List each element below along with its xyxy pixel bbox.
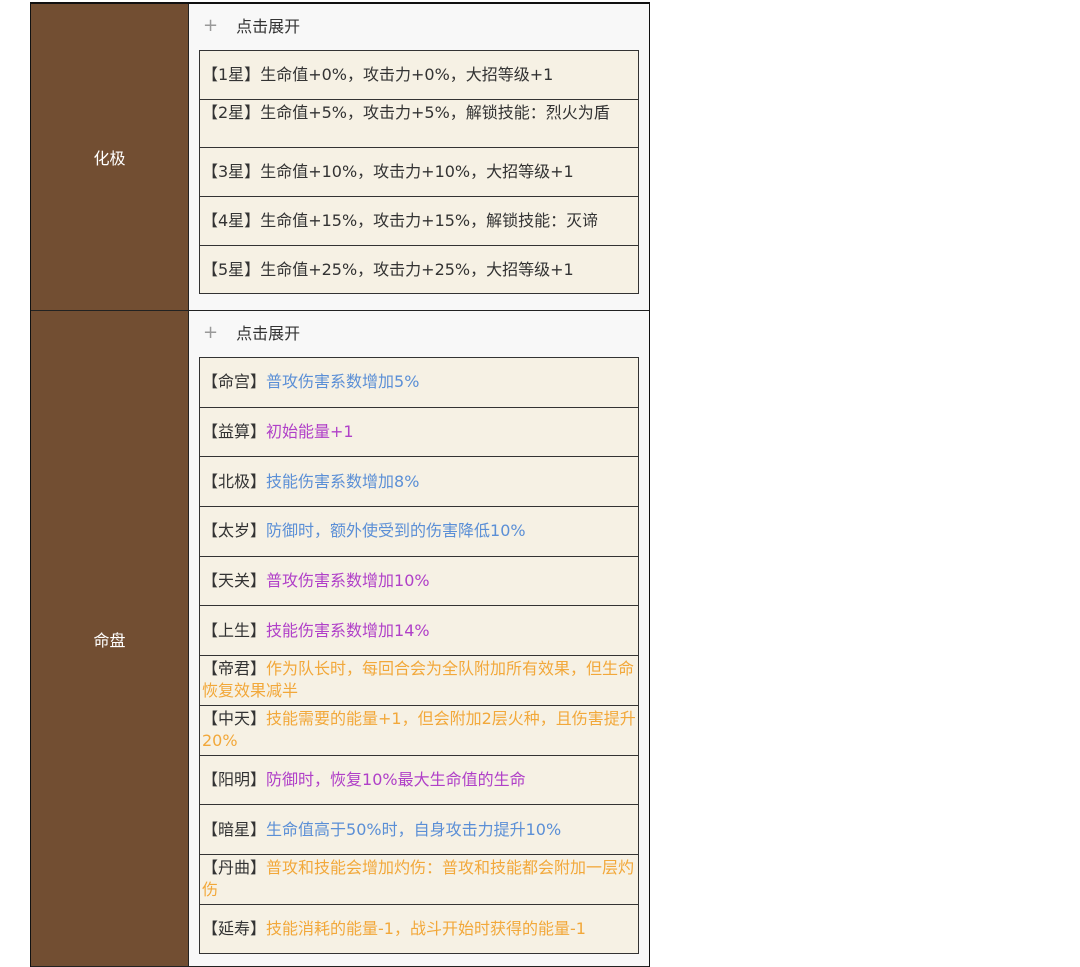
item-text: 防御时，额外使受到的伤害降低10% [266, 521, 526, 541]
list-item: 【中天】技能需要的能量+1，但会附加2层火种，且伤害提升20% [200, 705, 638, 756]
list-item: 【丹曲】普攻和技能会增加灼伤：普攻和技能都会附加一层灼伤 [200, 854, 638, 905]
section-content: + 点击展开 【1星】生命值+0%，攻击力+0%，大招等级+1 【2星】生命值+… [189, 4, 649, 310]
list-item: 【延寿】技能消耗的能量-1，战斗开始时获得的能量-1 [200, 904, 638, 955]
item-tag: 【益算】 [202, 422, 267, 442]
item-text: 生命值+15%，攻击力+15%，解锁技能：灭谛 [260, 210, 599, 230]
plus-icon: + [203, 14, 219, 36]
item-tag: 【上生】 [202, 620, 267, 640]
list-item: 【帝君】作为队长时，每回合会为全队附加所有效果，但生命恢复效果减半 [200, 656, 638, 706]
item-text: 生命值+5%，攻击力+5%，解锁技能：烈火为盾 [260, 102, 610, 122]
expand-toggle[interactable]: + 点击展开 [199, 4, 639, 46]
expand-label: 点击展开 [236, 17, 301, 36]
item-text: 作为队长时，每回合会为全队附加所有效果，但生命恢复效果减半 [202, 659, 635, 701]
table-section: 命盘 + 点击展开 【命宫】普攻伤害系数增加5% 【益算】初始能量+1 【北极】… [31, 311, 649, 967]
item-tag: 【2星】 [202, 102, 261, 122]
list-item: 【5星】生命值+25%，攻击力+25%，大招等级+1 [200, 245, 638, 295]
list-item: 【2星】生命值+5%，攻击力+5%，解锁技能：烈火为盾 [200, 99, 638, 149]
item-tag: 【北极】 [202, 471, 267, 491]
item-text: 普攻和技能会增加灼伤：普攻和技能都会附加一层灼伤 [202, 857, 635, 899]
item-list: 【1星】生命值+0%，攻击力+0%，大招等级+1 【2星】生命值+5%，攻击力+… [199, 50, 639, 295]
item-text: 防御时，恢复10%最大生命值的生命 [266, 769, 526, 789]
item-tag: 【阳明】 [202, 769, 267, 789]
item-tag: 【3星】 [202, 162, 261, 182]
plus-icon: + [203, 321, 219, 343]
item-text: 技能伤害系数增加8% [266, 471, 420, 491]
list-item: 【天关】普攻伤害系数增加10% [200, 556, 638, 607]
item-text: 技能伤害系数增加14% [266, 620, 430, 640]
item-list: 【命宫】普攻伤害系数增加5% 【益算】初始能量+1 【北极】技能伤害系数增加8%… [199, 357, 639, 955]
item-tag: 【丹曲】 [202, 857, 267, 877]
info-table: 化极 + 点击展开 【1星】生命值+0%，攻击力+0%，大招等级+1 【2星】生… [30, 2, 650, 967]
item-text: 生命值+0%，攻击力+0%，大招等级+1 [260, 64, 554, 84]
list-item: 【命宫】普攻伤害系数增加5% [200, 358, 638, 408]
section-label: 化极 [31, 4, 189, 310]
item-tag: 【5星】 [202, 259, 261, 279]
item-tag: 【延寿】 [202, 918, 267, 938]
item-tag: 【1星】 [202, 64, 261, 84]
list-item: 【暗星】生命值高于50%时，自身攻击力提升10% [200, 805, 638, 855]
item-tag: 【天关】 [202, 571, 267, 591]
list-item: 【1星】生命值+0%，攻击力+0%，大招等级+1 [200, 51, 638, 100]
section-content: + 点击展开 【命宫】普攻伤害系数增加5% 【益算】初始能量+1 【北极】技能伤… [189, 311, 649, 966]
expand-label: 点击展开 [236, 324, 301, 343]
item-tag: 【中天】 [202, 708, 267, 728]
list-item: 【3星】生命值+10%，攻击力+10%，大招等级+1 [200, 148, 638, 198]
item-tag: 【暗星】 [202, 819, 267, 839]
list-item: 【太岁】防御时，额外使受到的伤害降低10% [200, 507, 638, 557]
item-text: 生命值高于50%时，自身攻击力提升10% [266, 819, 562, 839]
item-text: 初始能量+1 [266, 422, 354, 442]
item-tag: 【太岁】 [202, 521, 267, 541]
item-text: 生命值+25%，攻击力+25%，大招等级+1 [260, 259, 574, 279]
table-section: 化极 + 点击展开 【1星】生命值+0%，攻击力+0%，大招等级+1 【2星】生… [31, 4, 649, 311]
item-tag: 【帝君】 [202, 659, 267, 679]
expand-toggle[interactable]: + 点击展开 [199, 311, 639, 353]
item-tag: 【命宫】 [202, 372, 267, 392]
list-item: 【阳明】防御时，恢复10%最大生命值的生命 [200, 755, 638, 806]
section-label: 命盘 [31, 311, 189, 966]
item-text: 技能需要的能量+1，但会附加2层火种，且伤害提升20% [202, 708, 636, 750]
list-item: 【上生】技能伤害系数增加14% [200, 606, 638, 657]
item-tag: 【4星】 [202, 210, 261, 230]
list-item: 【4星】生命值+15%，攻击力+15%，解锁技能：灭谛 [200, 197, 638, 246]
list-item: 【北极】技能伤害系数增加8% [200, 457, 638, 508]
item-text: 普攻伤害系数增加10% [266, 571, 430, 591]
item-text: 技能消耗的能量-1，战斗开始时获得的能量-1 [266, 918, 586, 938]
item-text: 普攻伤害系数增加5% [266, 372, 420, 392]
list-item: 【益算】初始能量+1 [200, 407, 638, 458]
item-text: 生命值+10%，攻击力+10%，大招等级+1 [260, 162, 574, 182]
